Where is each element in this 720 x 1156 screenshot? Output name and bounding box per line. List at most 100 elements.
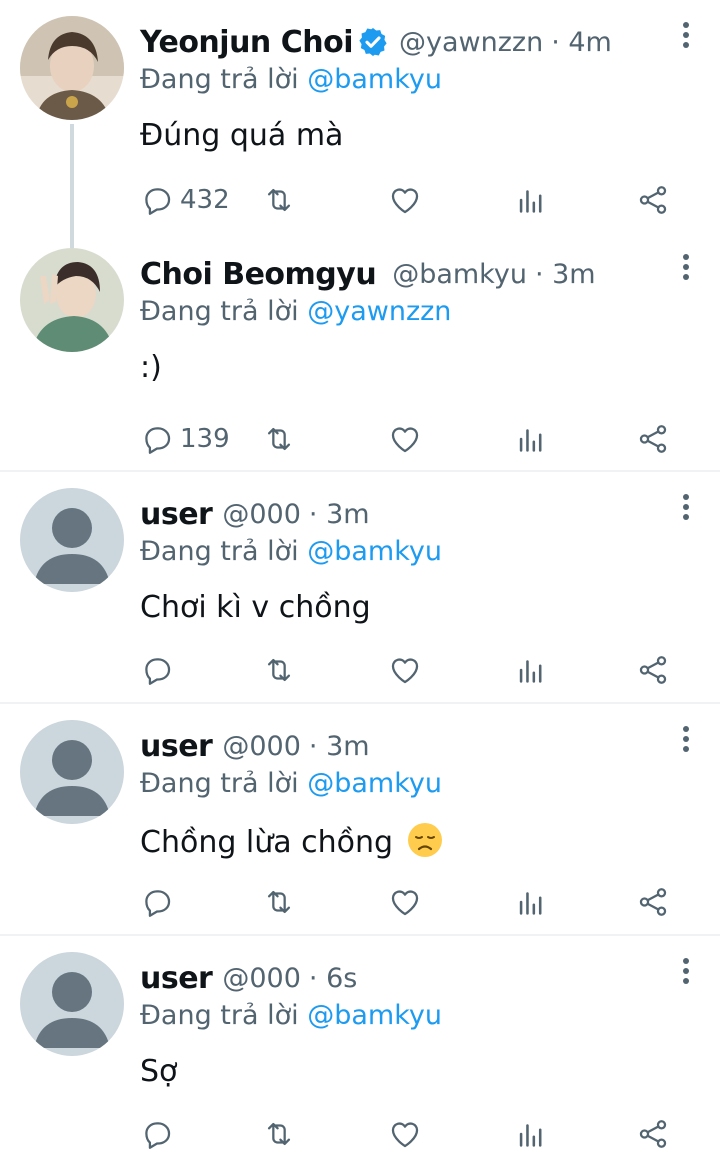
timestamp[interactable]: · 3m (309, 731, 370, 762)
more-icon[interactable] (680, 958, 692, 992)
tweet-text: Sợ (140, 1054, 178, 1089)
mention-link[interactable]: @bamkyu (307, 536, 442, 567)
more-icon[interactable] (680, 22, 692, 56)
action-bar: 432 (140, 178, 700, 222)
tweet[interactable]: user @000 · 3m Đang trả lời @bamkyu Chơi… (0, 472, 720, 702)
reply-button[interactable]: 432 (140, 178, 230, 222)
reply-icon (145, 1122, 171, 1149)
views-icon (519, 660, 542, 683)
views-button[interactable] (514, 417, 548, 461)
tweet[interactable]: user @000 · 3m Đang trả lời @bamkyu Chồn… (0, 704, 720, 934)
timestamp[interactable]: · 3m (309, 499, 370, 530)
timestamp[interactable]: · 4m (551, 27, 612, 58)
like-icon (391, 890, 419, 916)
retweet-button[interactable] (262, 880, 296, 924)
thread-line (70, 124, 74, 248)
more-icon[interactable] (680, 254, 692, 288)
tweet-text: Đúng quá mà (140, 118, 344, 153)
tweet-text: Chồng lừa chồng (140, 822, 443, 860)
retweet-button[interactable] (262, 417, 296, 461)
retweet-icon (267, 890, 291, 914)
like-button[interactable] (388, 648, 422, 692)
display-name[interactable]: user (140, 497, 213, 532)
views-button[interactable] (514, 648, 548, 692)
user-handle[interactable]: @bamkyu (392, 259, 527, 290)
mention-link[interactable]: @bamkyu (307, 64, 442, 95)
retweet-button[interactable] (262, 648, 296, 692)
avatar[interactable] (20, 16, 124, 120)
like-button[interactable] (388, 178, 422, 222)
like-button[interactable] (388, 880, 422, 924)
retweet-icon (267, 1122, 291, 1146)
avatar[interactable] (20, 952, 124, 1056)
reply-count: 432 (180, 185, 230, 215)
retweet-button[interactable] (262, 1112, 296, 1156)
like-button[interactable] (388, 1112, 422, 1156)
tweet-text: Chơi kì v chồng (140, 590, 371, 625)
share-button[interactable] (636, 880, 670, 924)
replying-to: Đang trả lời @bamkyu (140, 1000, 442, 1031)
replying-to: Đang trả lời @bamkyu (140, 768, 442, 799)
verified-badge-icon (359, 28, 387, 56)
share-button[interactable] (636, 648, 670, 692)
tweet[interactable]: Choi Beomgyu @bamkyu · 3m Đang trả lời @… (0, 232, 720, 470)
replying-prefix: Đang trả lời (140, 296, 299, 327)
tweet[interactable]: user @000 · 6s Đang trả lời @bamkyu Sợ (0, 936, 720, 1155)
default-avatar-icon (20, 952, 124, 1056)
display-name[interactable]: user (140, 961, 213, 996)
reply-icon (145, 188, 171, 215)
default-avatar-icon (20, 720, 124, 824)
replying-prefix: Đang trả lời (140, 64, 299, 95)
tweet-header: user @000 · 3m (140, 724, 370, 768)
user-handle[interactable]: @000 (222, 731, 301, 762)
views-button[interactable] (514, 1112, 548, 1156)
views-button[interactable] (514, 880, 548, 924)
share-button[interactable] (636, 417, 670, 461)
replying-prefix: Đang trả lời (140, 1000, 299, 1031)
like-button[interactable] (388, 417, 422, 461)
timestamp[interactable]: · 6s (309, 963, 357, 994)
more-icon[interactable] (680, 726, 692, 760)
mention-link[interactable]: @yawnzzn (307, 296, 451, 327)
display-name[interactable]: Choi Beomgyu (140, 257, 377, 292)
reply-icon (145, 890, 171, 917)
timestamp[interactable]: · 3m (535, 259, 596, 290)
retweet-button[interactable] (262, 178, 296, 222)
share-icon (639, 425, 667, 453)
views-icon (519, 190, 542, 213)
more-icon[interactable] (680, 494, 692, 528)
display-name[interactable]: user (140, 729, 213, 764)
action-bar (140, 1112, 700, 1156)
default-avatar-icon (20, 488, 124, 592)
user-handle[interactable]: @000 (222, 963, 301, 994)
avatar[interactable] (20, 248, 124, 352)
share-button[interactable] (636, 178, 670, 222)
tweet[interactable]: Yeonjun Choi @yawnzzn · 4m Đang trả lời … (0, 0, 720, 248)
action-bar: 139 (140, 417, 700, 461)
like-icon (391, 427, 419, 453)
reply-button[interactable] (140, 648, 174, 692)
action-bar (140, 648, 700, 692)
disappointed-face-icon (407, 823, 442, 857)
reply-button[interactable] (140, 880, 174, 924)
reply-button[interactable] (140, 1112, 174, 1156)
user-handle[interactable]: @yawnzzn (399, 27, 543, 58)
views-button[interactable] (514, 178, 548, 222)
tweet-header: user @000 · 3m (140, 492, 370, 536)
like-icon (391, 188, 419, 214)
share-button[interactable] (636, 1112, 670, 1156)
replying-to: Đang trả lời @bamkyu (140, 64, 442, 95)
avatar[interactable] (20, 488, 124, 592)
replying-to: Đang trả lời @bamkyu (140, 536, 442, 567)
mention-link[interactable]: @bamkyu (307, 1000, 442, 1031)
user-handle[interactable]: @000 (222, 499, 301, 530)
tweet-header: Yeonjun Choi @yawnzzn · 4m (140, 20, 612, 64)
reply-button[interactable]: 139 (140, 417, 230, 461)
replying-to: Đang trả lời @yawnzzn (140, 296, 451, 327)
display-name[interactable]: Yeonjun Choi (140, 25, 354, 60)
share-icon (639, 888, 667, 916)
mention-link[interactable]: @bamkyu (307, 768, 442, 799)
avatar[interactable] (20, 720, 124, 824)
replying-prefix: Đang trả lời (140, 536, 299, 567)
replying-prefix: Đang trả lời (140, 768, 299, 799)
